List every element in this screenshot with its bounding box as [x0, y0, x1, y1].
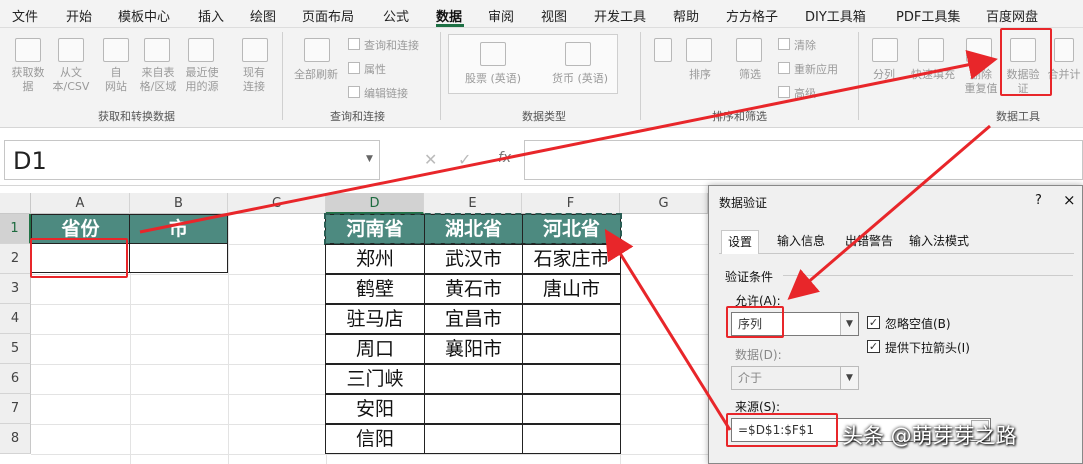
arrow-to-allow: [787, 124, 991, 300]
arrow-to-validation-button: [139, 50, 998, 234]
annotation-arrows: [139, 50, 998, 431]
watermark: 头条 @萌芽芽之路: [842, 424, 1017, 448]
arrow-to-source-range: [604, 228, 732, 431]
